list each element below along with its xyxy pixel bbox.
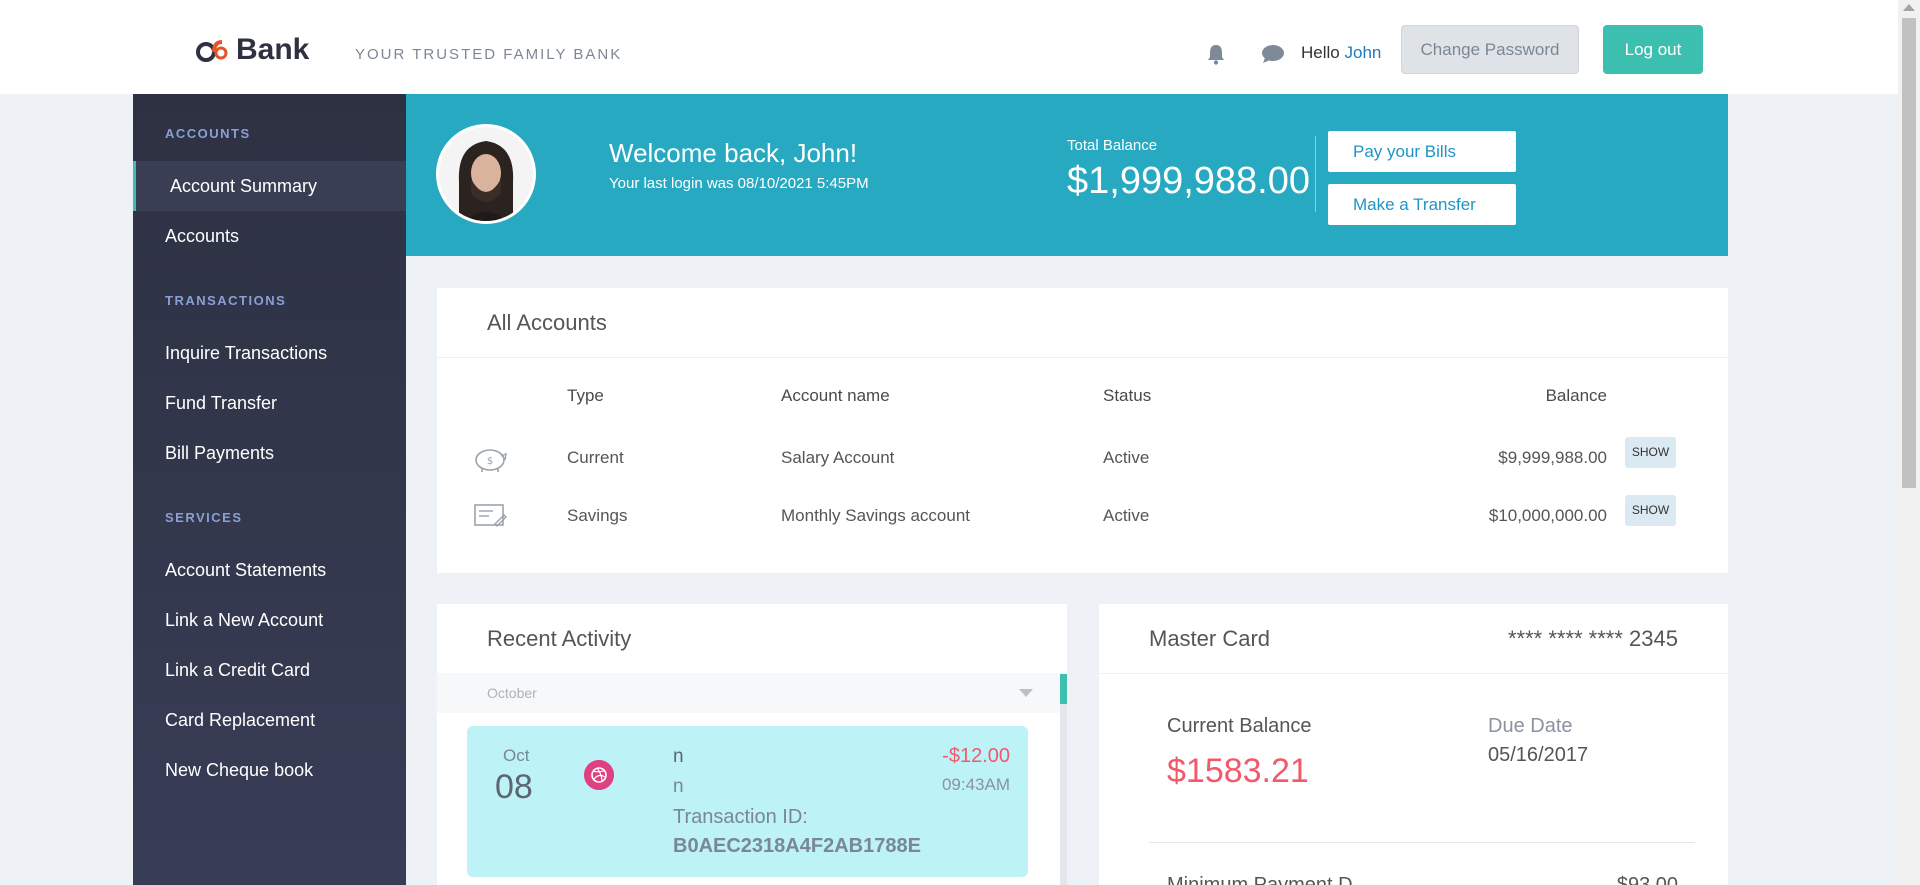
- show-account-button[interactable]: SHOW: [1625, 495, 1676, 526]
- card-divider: [1099, 673, 1728, 674]
- banner-divider: [1315, 136, 1316, 212]
- piggy-bank-icon: $: [475, 449, 507, 472]
- month-selector[interactable]: October: [437, 673, 1067, 713]
- master-card-title: Master Card: [1149, 626, 1271, 651]
- all-accounts-card: All Accounts Type Account name Status Ba…: [437, 288, 1728, 573]
- welcome-heading: Welcome back, John!: [609, 138, 858, 168]
- card-divider: [1149, 842, 1695, 843]
- current-balance-value: $1583.21: [1167, 752, 1309, 790]
- sidebar-item-inquire-transactions[interactable]: Inquire Transactions: [133, 328, 406, 378]
- dribbble-icon: [584, 760, 614, 790]
- svg-text:$: $: [487, 456, 493, 467]
- account-name: Monthly Savings account: [781, 506, 970, 525]
- sidebar-item-link-credit-card[interactable]: Link a Credit Card: [133, 645, 406, 695]
- due-date-label: Due Date: [1488, 715, 1573, 737]
- column-header-account-name: Account name: [781, 386, 890, 405]
- minimum-payment-value: $93.00: [1616, 874, 1678, 885]
- transaction-description: n: [673, 776, 684, 797]
- sidebar-item-new-cheque-book[interactable]: New Cheque book: [133, 745, 406, 795]
- account-balance: $9,999,988.00: [1498, 448, 1607, 467]
- sidebar-section-transactions: TRANSACTIONS: [165, 293, 287, 308]
- due-date-value: 05/16/2017: [1488, 744, 1589, 766]
- master-card-card: Master Card **** **** **** 2345 Current …: [1099, 604, 1728, 885]
- account-status: Active: [1103, 448, 1150, 467]
- logo-text: Bank: [236, 33, 310, 66]
- sidebar: ACCOUNTS Account Summary Accounts TRANSA…: [133, 94, 406, 885]
- pay-bills-button[interactable]: Pay your Bills: [1328, 131, 1516, 172]
- logout-button[interactable]: Log out: [1603, 25, 1703, 74]
- avatar[interactable]: [436, 124, 536, 224]
- card-number: **** **** **** 2345: [1507, 626, 1678, 651]
- activity-scrollbar[interactable]: [1060, 674, 1067, 885]
- account-name: Salary Account: [781, 448, 895, 467]
- top-header: Bank YOUR TRUSTED FAMILY BANK Hello John…: [0, 0, 1898, 94]
- scroll-up-arrow-icon[interactable]: [1903, 4, 1915, 11]
- transaction-day: 08: [495, 768, 533, 806]
- transaction-time: 09:43AM: [941, 775, 1010, 794]
- column-header-balance: Balance: [1545, 386, 1607, 405]
- last-login-text: Your last login was 08/10/2021 5:45PM: [609, 175, 869, 192]
- transaction-amount: -$12.00: [942, 745, 1010, 767]
- activity-scrollbar-thumb[interactable]: [1060, 674, 1067, 704]
- column-header-type: Type: [567, 386, 604, 405]
- page-scrollbar-thumb[interactable]: [1902, 18, 1916, 488]
- make-transfer-button[interactable]: Make a Transfer: [1328, 184, 1516, 225]
- bell-icon[interactable]: [1206, 43, 1226, 65]
- transaction-name: n: [673, 746, 684, 767]
- account-type: Current: [567, 448, 624, 467]
- user-name-link[interactable]: John: [1344, 43, 1381, 62]
- cheque-icon: [474, 504, 507, 527]
- transaction-id-label: Transaction ID:: [673, 806, 808, 828]
- recent-activity-card: Recent Activity October Oct 08 n n Trans…: [437, 604, 1067, 885]
- current-balance-label: Current Balance: [1167, 715, 1312, 737]
- chat-icon[interactable]: [1261, 44, 1285, 64]
- sidebar-item-link-new-account[interactable]: Link a New Account: [133, 595, 406, 645]
- transaction-month: Oct: [503, 746, 530, 765]
- sidebar-item-account-summary[interactable]: Account Summary: [133, 161, 406, 211]
- sidebar-section-services: SERVICES: [165, 510, 243, 525]
- sidebar-item-account-statements[interactable]: Account Statements: [133, 545, 406, 595]
- sidebar-item-accounts[interactable]: Accounts: [133, 211, 406, 261]
- tagline: YOUR TRUSTED FAMILY BANK: [355, 46, 623, 63]
- bank-logo[interactable]: Bank: [194, 33, 309, 67]
- column-header-status: Status: [1103, 386, 1152, 405]
- chevron-down-icon[interactable]: [1019, 689, 1033, 697]
- user-greeting: Hello John: [1301, 43, 1381, 63]
- greeting-text: Hello: [1301, 43, 1340, 62]
- account-status: Active: [1103, 506, 1150, 525]
- user-avatar-image: [439, 127, 533, 221]
- change-password-button[interactable]: Change Password: [1401, 25, 1579, 74]
- all-accounts-title: All Accounts: [487, 310, 607, 335]
- sidebar-item-bill-payments[interactable]: Bill Payments: [133, 428, 406, 478]
- total-balance-label: Total Balance: [1067, 137, 1158, 154]
- transaction-item[interactable]: Oct 08 n n Transaction ID: B0AEC2318A4F2…: [467, 726, 1028, 877]
- sidebar-item-card-replacement[interactable]: Card Replacement: [133, 695, 406, 745]
- month-label: October: [487, 685, 537, 701]
- account-balance: $10,000,000.00: [1488, 506, 1607, 525]
- total-balance-amount: $1,999,988.00: [1067, 160, 1311, 202]
- recent-activity-title: Recent Activity: [487, 626, 632, 651]
- minimum-payment-label: Minimum Payment D: [1167, 874, 1353, 885]
- sidebar-item-fund-transfer[interactable]: Fund Transfer: [133, 378, 406, 428]
- logo-mark-icon: [196, 40, 228, 62]
- show-account-button[interactable]: SHOW: [1625, 437, 1676, 468]
- account-type: Savings: [567, 506, 628, 525]
- transaction-id: B0AEC2318A4F2AB1788E: [673, 835, 921, 857]
- sidebar-section-accounts: ACCOUNTS: [165, 126, 251, 141]
- card-divider: [437, 357, 1728, 358]
- welcome-banner: Welcome back, John! Your last login was …: [406, 94, 1728, 256]
